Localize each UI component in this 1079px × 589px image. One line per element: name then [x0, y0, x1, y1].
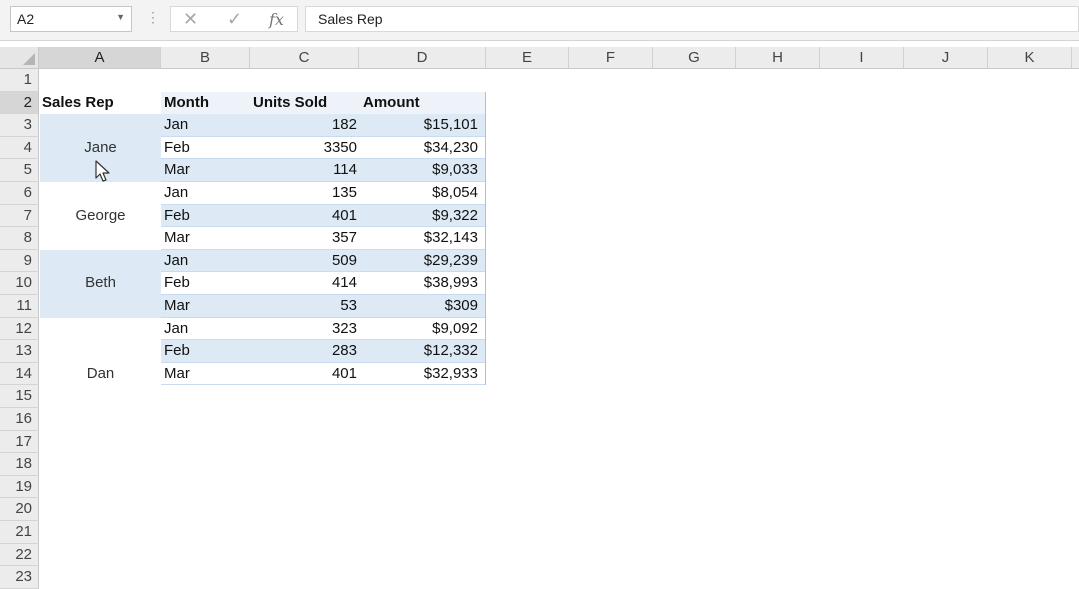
- column-header-f[interactable]: F: [569, 47, 653, 69]
- amount-cell[interactable]: $309: [359, 295, 478, 317]
- row-header-12[interactable]: 12: [0, 317, 39, 341]
- sales-rep-cell[interactable]: George: [40, 205, 161, 227]
- units-sold-cell[interactable]: 114: [250, 159, 357, 181]
- row-header-2[interactable]: 2: [0, 91, 39, 115]
- amount-cell[interactable]: $9,092: [359, 318, 478, 340]
- column-header-k[interactable]: K: [988, 47, 1072, 69]
- row-header-16[interactable]: 16: [0, 408, 39, 431]
- row-header-22[interactable]: 22: [0, 543, 39, 567]
- column-header-a[interactable]: A: [39, 47, 161, 69]
- row-header-11[interactable]: 11: [0, 295, 39, 318]
- column-header-h[interactable]: H: [736, 47, 820, 69]
- name-box-value: A2: [17, 11, 35, 27]
- month-cell[interactable]: Feb: [164, 205, 250, 227]
- row-header-9[interactable]: 9: [0, 249, 39, 273]
- column-header-d[interactable]: D: [359, 47, 486, 69]
- close-icon[interactable]: ✕: [183, 9, 198, 30]
- formula-buttons: ✕ ✓ fx: [170, 6, 298, 32]
- units-sold-cell[interactable]: 401: [250, 363, 357, 385]
- table-header-units-sold[interactable]: Units Sold: [253, 92, 357, 114]
- month-cell[interactable]: Feb: [164, 340, 250, 362]
- row-header-20[interactable]: 20: [0, 498, 39, 521]
- function-icon[interactable]: fx: [269, 10, 284, 29]
- row-header-19[interactable]: 19: [0, 475, 39, 499]
- amount-cell[interactable]: $12,332: [359, 340, 478, 362]
- amount-cell[interactable]: $8,054: [359, 182, 478, 204]
- table-header-sales-rep[interactable]: Sales Rep: [42, 92, 160, 114]
- units-sold-cell[interactable]: 283: [250, 340, 357, 362]
- month-cell[interactable]: Mar: [164, 363, 250, 385]
- row-header-7[interactable]: 7: [0, 204, 39, 228]
- amount-cell[interactable]: $15,101: [359, 114, 478, 136]
- table-header-amount[interactable]: Amount: [363, 92, 481, 114]
- units-sold-cell[interactable]: 414: [250, 272, 357, 294]
- column-header-i[interactable]: I: [820, 47, 904, 69]
- units-sold-cell[interactable]: 401: [250, 205, 357, 227]
- vertical-dots-icon[interactable]: ⋮: [146, 9, 160, 26]
- table-right-border: [485, 91, 486, 386]
- formula-input-value: Sales Rep: [318, 11, 383, 27]
- check-icon[interactable]: ✓: [227, 9, 242, 30]
- column-header-e[interactable]: E: [486, 47, 569, 69]
- sales-rep-cell[interactable]: Dan: [40, 363, 161, 385]
- month-cell[interactable]: Mar: [164, 159, 250, 181]
- month-cell[interactable]: Jan: [164, 250, 250, 272]
- formula-input[interactable]: Sales Rep: [305, 6, 1079, 32]
- table-header-month[interactable]: Month: [164, 92, 250, 114]
- month-cell[interactable]: Jan: [164, 182, 250, 204]
- units-sold-cell[interactable]: 357: [250, 227, 357, 249]
- row-header-23[interactable]: 23: [0, 566, 39, 589]
- amount-cell[interactable]: $29,239: [359, 250, 478, 272]
- row-header-21[interactable]: 21: [0, 521, 39, 544]
- row-header-6[interactable]: 6: [0, 182, 39, 205]
- row-header-17[interactable]: 17: [0, 430, 39, 454]
- amount-cell[interactable]: $9,322: [359, 205, 478, 227]
- units-sold-cell[interactable]: 53: [250, 295, 357, 317]
- row-header-14[interactable]: 14: [0, 362, 39, 386]
- amount-cell[interactable]: $38,993: [359, 272, 478, 294]
- row-header-13[interactable]: 13: [0, 340, 39, 363]
- chevron-down-icon[interactable]: ▼: [116, 12, 125, 22]
- month-cell[interactable]: Mar: [164, 295, 250, 317]
- column-header-filler: [1072, 47, 1079, 69]
- amount-cell[interactable]: $32,143: [359, 227, 478, 249]
- sales-rep-cell[interactable]: Beth: [40, 272, 161, 294]
- row-header-4[interactable]: 4: [0, 136, 39, 160]
- amount-cell[interactable]: $34,230: [359, 137, 478, 159]
- sales-rep-cell[interactable]: Jane: [40, 137, 161, 159]
- row-header-3[interactable]: 3: [0, 114, 39, 137]
- amount-cell[interactable]: $32,933: [359, 363, 478, 385]
- formula-bar: A2 ▼ ⋮ ✕ ✓ fx Sales Rep: [0, 0, 1079, 41]
- row-header-18[interactable]: 18: [0, 453, 39, 476]
- column-header-g[interactable]: G: [653, 47, 736, 69]
- select-all-triangle-icon: [23, 53, 35, 65]
- month-cell[interactable]: Jan: [164, 114, 250, 136]
- month-cell[interactable]: Feb: [164, 137, 250, 159]
- row-header-1[interactable]: 1: [0, 69, 39, 92]
- row-header-8[interactable]: 8: [0, 227, 39, 250]
- row-header-5[interactable]: 5: [0, 159, 39, 182]
- row-header-10[interactable]: 10: [0, 272, 39, 295]
- month-cell[interactable]: Mar: [164, 227, 250, 249]
- units-sold-cell[interactable]: 509: [250, 250, 357, 272]
- units-sold-cell[interactable]: 323: [250, 318, 357, 340]
- column-header-b[interactable]: B: [161, 47, 250, 69]
- units-sold-cell[interactable]: 182: [250, 114, 357, 136]
- column-header-c[interactable]: C: [250, 47, 359, 69]
- month-cell[interactable]: Feb: [164, 272, 250, 294]
- name-box[interactable]: A2 ▼: [10, 6, 132, 32]
- select-all-button[interactable]: [0, 47, 39, 69]
- month-cell[interactable]: Jan: [164, 318, 250, 340]
- amount-cell[interactable]: $9,033: [359, 159, 478, 181]
- mouse-cursor-icon: [95, 160, 110, 182]
- row-header-15[interactable]: 15: [0, 385, 39, 408]
- units-sold-cell[interactable]: 135: [250, 182, 357, 204]
- units-sold-cell[interactable]: 3350: [250, 137, 357, 159]
- spreadsheet-grid: A B C D E F G H I J K 1 2 3 4 5 6 7 8 9 10 11 12 13 14 15 16 17 18 19…: [0, 47, 1079, 589]
- column-header-j[interactable]: J: [904, 47, 988, 69]
